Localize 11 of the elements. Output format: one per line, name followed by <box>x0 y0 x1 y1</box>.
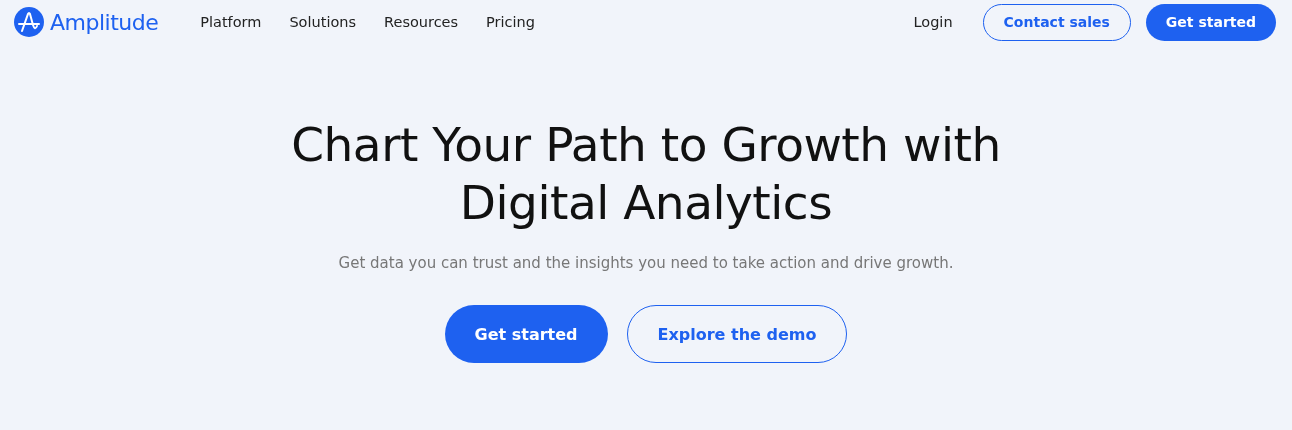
header-button[interactable]: Get started <box>1145 3 1276 41</box>
hero-title: Chart Your Path to Growth with Digital Analytics <box>291 116 1001 232</box>
login-link[interactable]: Login <box>913 14 953 30</box>
nav-link[interactable]: Resources <box>384 14 459 30</box>
hero-subtitle: Get data you can trust and the insights you need to take action and drive growth. <box>338 254 954 272</box>
nav-link[interactable]: Platform <box>200 14 262 30</box>
nav-link[interactable]: Solutions <box>289 14 357 30</box>
cta-button[interactable]: Get started <box>444 305 608 363</box>
nav-link[interactable]: Pricing <box>486 14 535 30</box>
brand-name[interactable]: Amplitude <box>50 9 159 35</box>
logo-icon <box>14 7 44 37</box>
